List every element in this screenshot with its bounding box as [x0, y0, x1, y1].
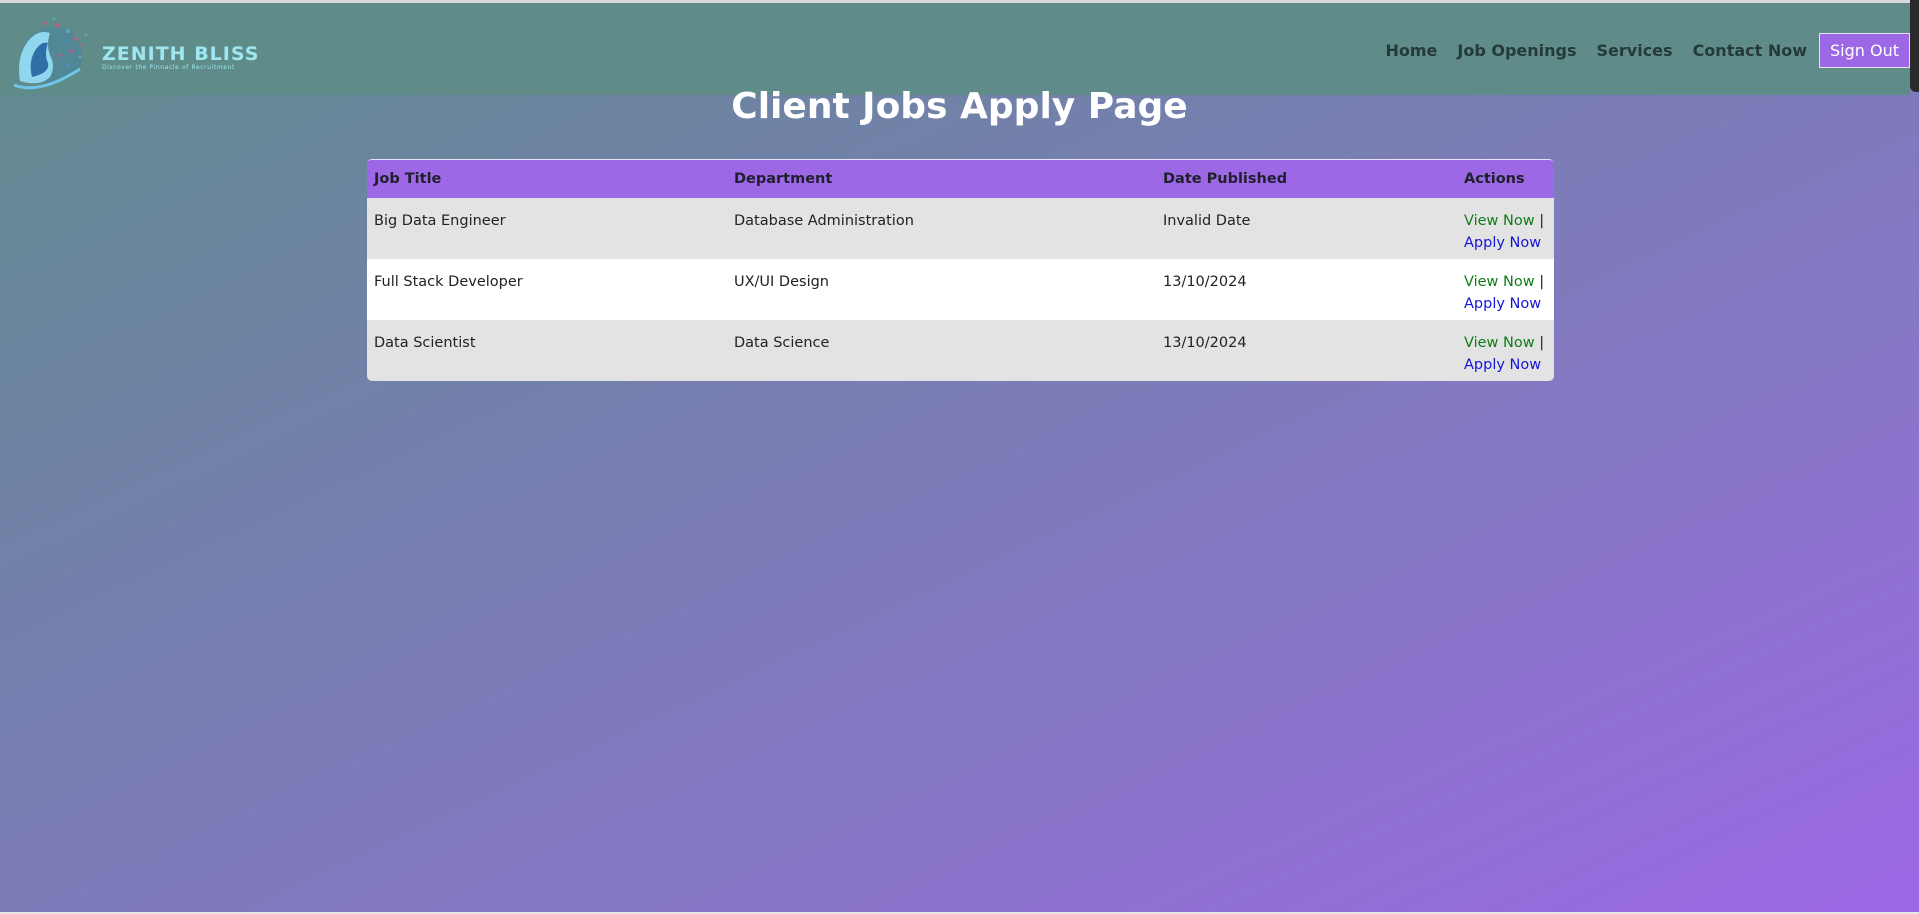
column-header-date-published: Date Published — [1163, 171, 1288, 187]
apply-now-link[interactable]: Apply Now — [1464, 296, 1541, 312]
cell-job-title: Data Scientist — [374, 335, 476, 351]
cell-date-published: Invalid Date — [1163, 213, 1251, 229]
column-header-actions: Actions — [1464, 171, 1525, 187]
cell-actions: View Now | Apply Now — [1457, 259, 1554, 320]
cell-department: Database Administration — [734, 213, 914, 229]
nav-services[interactable]: Services — [1597, 41, 1673, 60]
table-row: Data Scientist Data Science 13/10/2024 V… — [367, 320, 1554, 381]
nav-contact-now[interactable]: Contact Now — [1693, 41, 1807, 60]
brand-tagline: Discover the Pinnacle of Recruitment — [102, 64, 235, 71]
page-title: Client Jobs Apply Page — [731, 86, 1188, 127]
view-now-link[interactable]: View Now — [1464, 274, 1535, 290]
cell-date-published: 13/10/2024 — [1163, 274, 1247, 290]
nav-job-openings[interactable]: Job Openings — [1457, 41, 1576, 60]
site-header: ZENITH BLISS Discover the Pinnacle of Re… — [0, 3, 1910, 95]
table-row: Full Stack Developer UX/UI Design 13/10/… — [367, 259, 1554, 320]
column-header-job-title: Job Title — [374, 171, 442, 187]
brand-logo[interactable]: ZENITH BLISS Discover the Pinnacle of Re… — [10, 11, 258, 95]
cell-department: Data Science — [734, 335, 830, 351]
apply-now-link[interactable]: Apply Now — [1464, 357, 1541, 373]
cell-job-title: Full Stack Developer — [374, 274, 523, 290]
cell-actions: View Now | Apply Now — [1457, 198, 1554, 259]
nav-home[interactable]: Home — [1385, 41, 1437, 60]
apply-now-link[interactable]: Apply Now — [1464, 235, 1541, 251]
action-separator: | — [1539, 274, 1545, 290]
brand-name: ZENITH BLISS — [102, 43, 260, 65]
action-separator: | — [1539, 213, 1545, 229]
cell-actions: View Now | Apply Now — [1457, 320, 1554, 381]
view-now-link[interactable]: View Now — [1464, 213, 1535, 229]
main-nav: Home Job Openings Services Contact Now S… — [1385, 33, 1910, 68]
cell-department: UX/UI Design — [734, 274, 829, 290]
window-edge — [1910, 0, 1919, 92]
view-now-link[interactable]: View Now — [1464, 335, 1535, 351]
table-header-row: Job Title Department Date Published Acti… — [367, 160, 1554, 198]
column-header-department: Department — [734, 171, 833, 187]
table-row: Big Data Engineer Database Administratio… — [367, 198, 1554, 259]
cell-date-published: 13/10/2024 — [1163, 335, 1247, 351]
brain-network-head-logo-icon — [13, 17, 88, 90]
cell-job-title: Big Data Engineer — [374, 213, 506, 229]
jobs-table: Job Title Department Date Published Acti… — [367, 160, 1554, 381]
action-separator: | — [1539, 335, 1545, 351]
jobs-table-container: Job Title Department Date Published Acti… — [367, 159, 1554, 381]
sign-out-button[interactable]: Sign Out — [1819, 33, 1910, 68]
